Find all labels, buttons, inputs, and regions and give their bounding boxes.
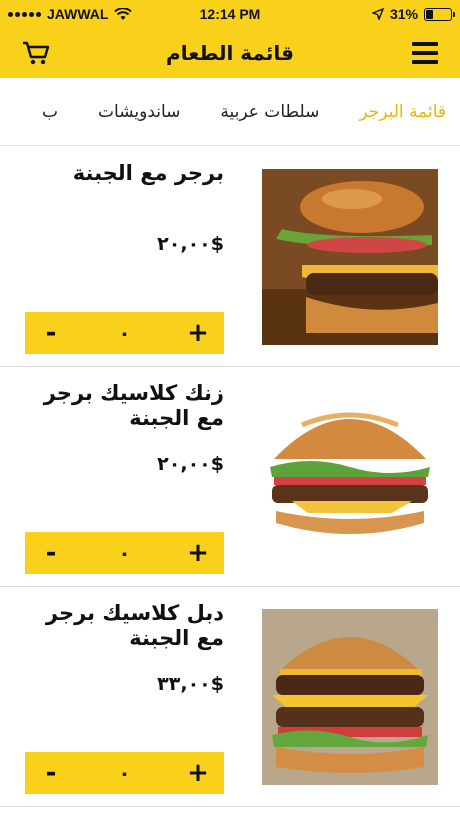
carrier-label: JAWWAL [47, 6, 109, 22]
category-tabs: قائمة البرجر سلطات عربية ساندويشات ب [0, 78, 460, 146]
tab-sandwiches[interactable]: ساندويشات [98, 102, 180, 122]
battery-fill [426, 9, 434, 19]
burger-image [262, 609, 438, 785]
cart-icon[interactable] [22, 40, 50, 66]
increase-button[interactable]: + [186, 540, 210, 566]
hamburger-icon[interactable] [412, 42, 438, 64]
quantity-stepper: - ٠ + [25, 312, 224, 354]
page-title: قائمة الطعام [166, 41, 294, 65]
location-arrow-icon [371, 8, 384, 20]
status-left: JAWWAL [8, 6, 133, 22]
item-price: $٢٠,٠٠ [157, 453, 224, 475]
quantity-value: ٠ [118, 541, 131, 565]
quantity-value: ٠ [118, 761, 131, 785]
item-price: $٢٠,٠٠ [157, 233, 224, 255]
battery-icon [424, 7, 455, 21]
tab-burger-menu[interactable]: قائمة البرجر [359, 102, 446, 122]
menu-list: برجر مع الجبنة $٢٠,٠٠ - ٠ + زنك كلاسيك ب… [0, 147, 460, 807]
status-bar: JAWWAL 12:14 PM 31% [0, 0, 460, 28]
battery-percent: 31% [389, 6, 418, 22]
burger-image [262, 389, 438, 565]
signal-icon [8, 11, 41, 17]
menu-item[interactable]: زنك كلاسيك برجر مع الجبنة $٢٠,٠٠ - ٠ + [0, 367, 460, 587]
tab-next-partial[interactable]: ب [42, 102, 58, 122]
item-price: $٣٣,٠٠ [157, 673, 224, 695]
decrease-button[interactable]: - [39, 760, 63, 786]
tab-arabic-salads[interactable]: سلطات عربية [220, 102, 319, 122]
decrease-button[interactable]: - [39, 540, 63, 566]
decrease-button[interactable]: - [39, 320, 63, 346]
quantity-stepper: - ٠ + [25, 752, 224, 794]
increase-button[interactable]: + [186, 320, 210, 346]
menu-item[interactable]: برجر مع الجبنة $٢٠,٠٠ - ٠ + [0, 147, 460, 367]
burger-image [262, 169, 438, 345]
item-name: برجر مع الجبنة [72, 161, 224, 185]
menu-item[interactable]: دبل كلاسيك برجر مع الجبنة $٣٣,٠٠ - ٠ + [0, 587, 460, 807]
status-right: 31% [371, 6, 455, 22]
app-header: قائمة الطعام [0, 28, 460, 78]
quantity-stepper: - ٠ + [25, 532, 224, 574]
item-name: دبل كلاسيك برجر مع الجبنة [45, 601, 224, 651]
wifi-icon [114, 7, 133, 20]
quantity-value: ٠ [118, 321, 131, 345]
item-name: زنك كلاسيك برجر مع الجبنة [43, 381, 224, 431]
increase-button[interactable]: + [186, 760, 210, 786]
